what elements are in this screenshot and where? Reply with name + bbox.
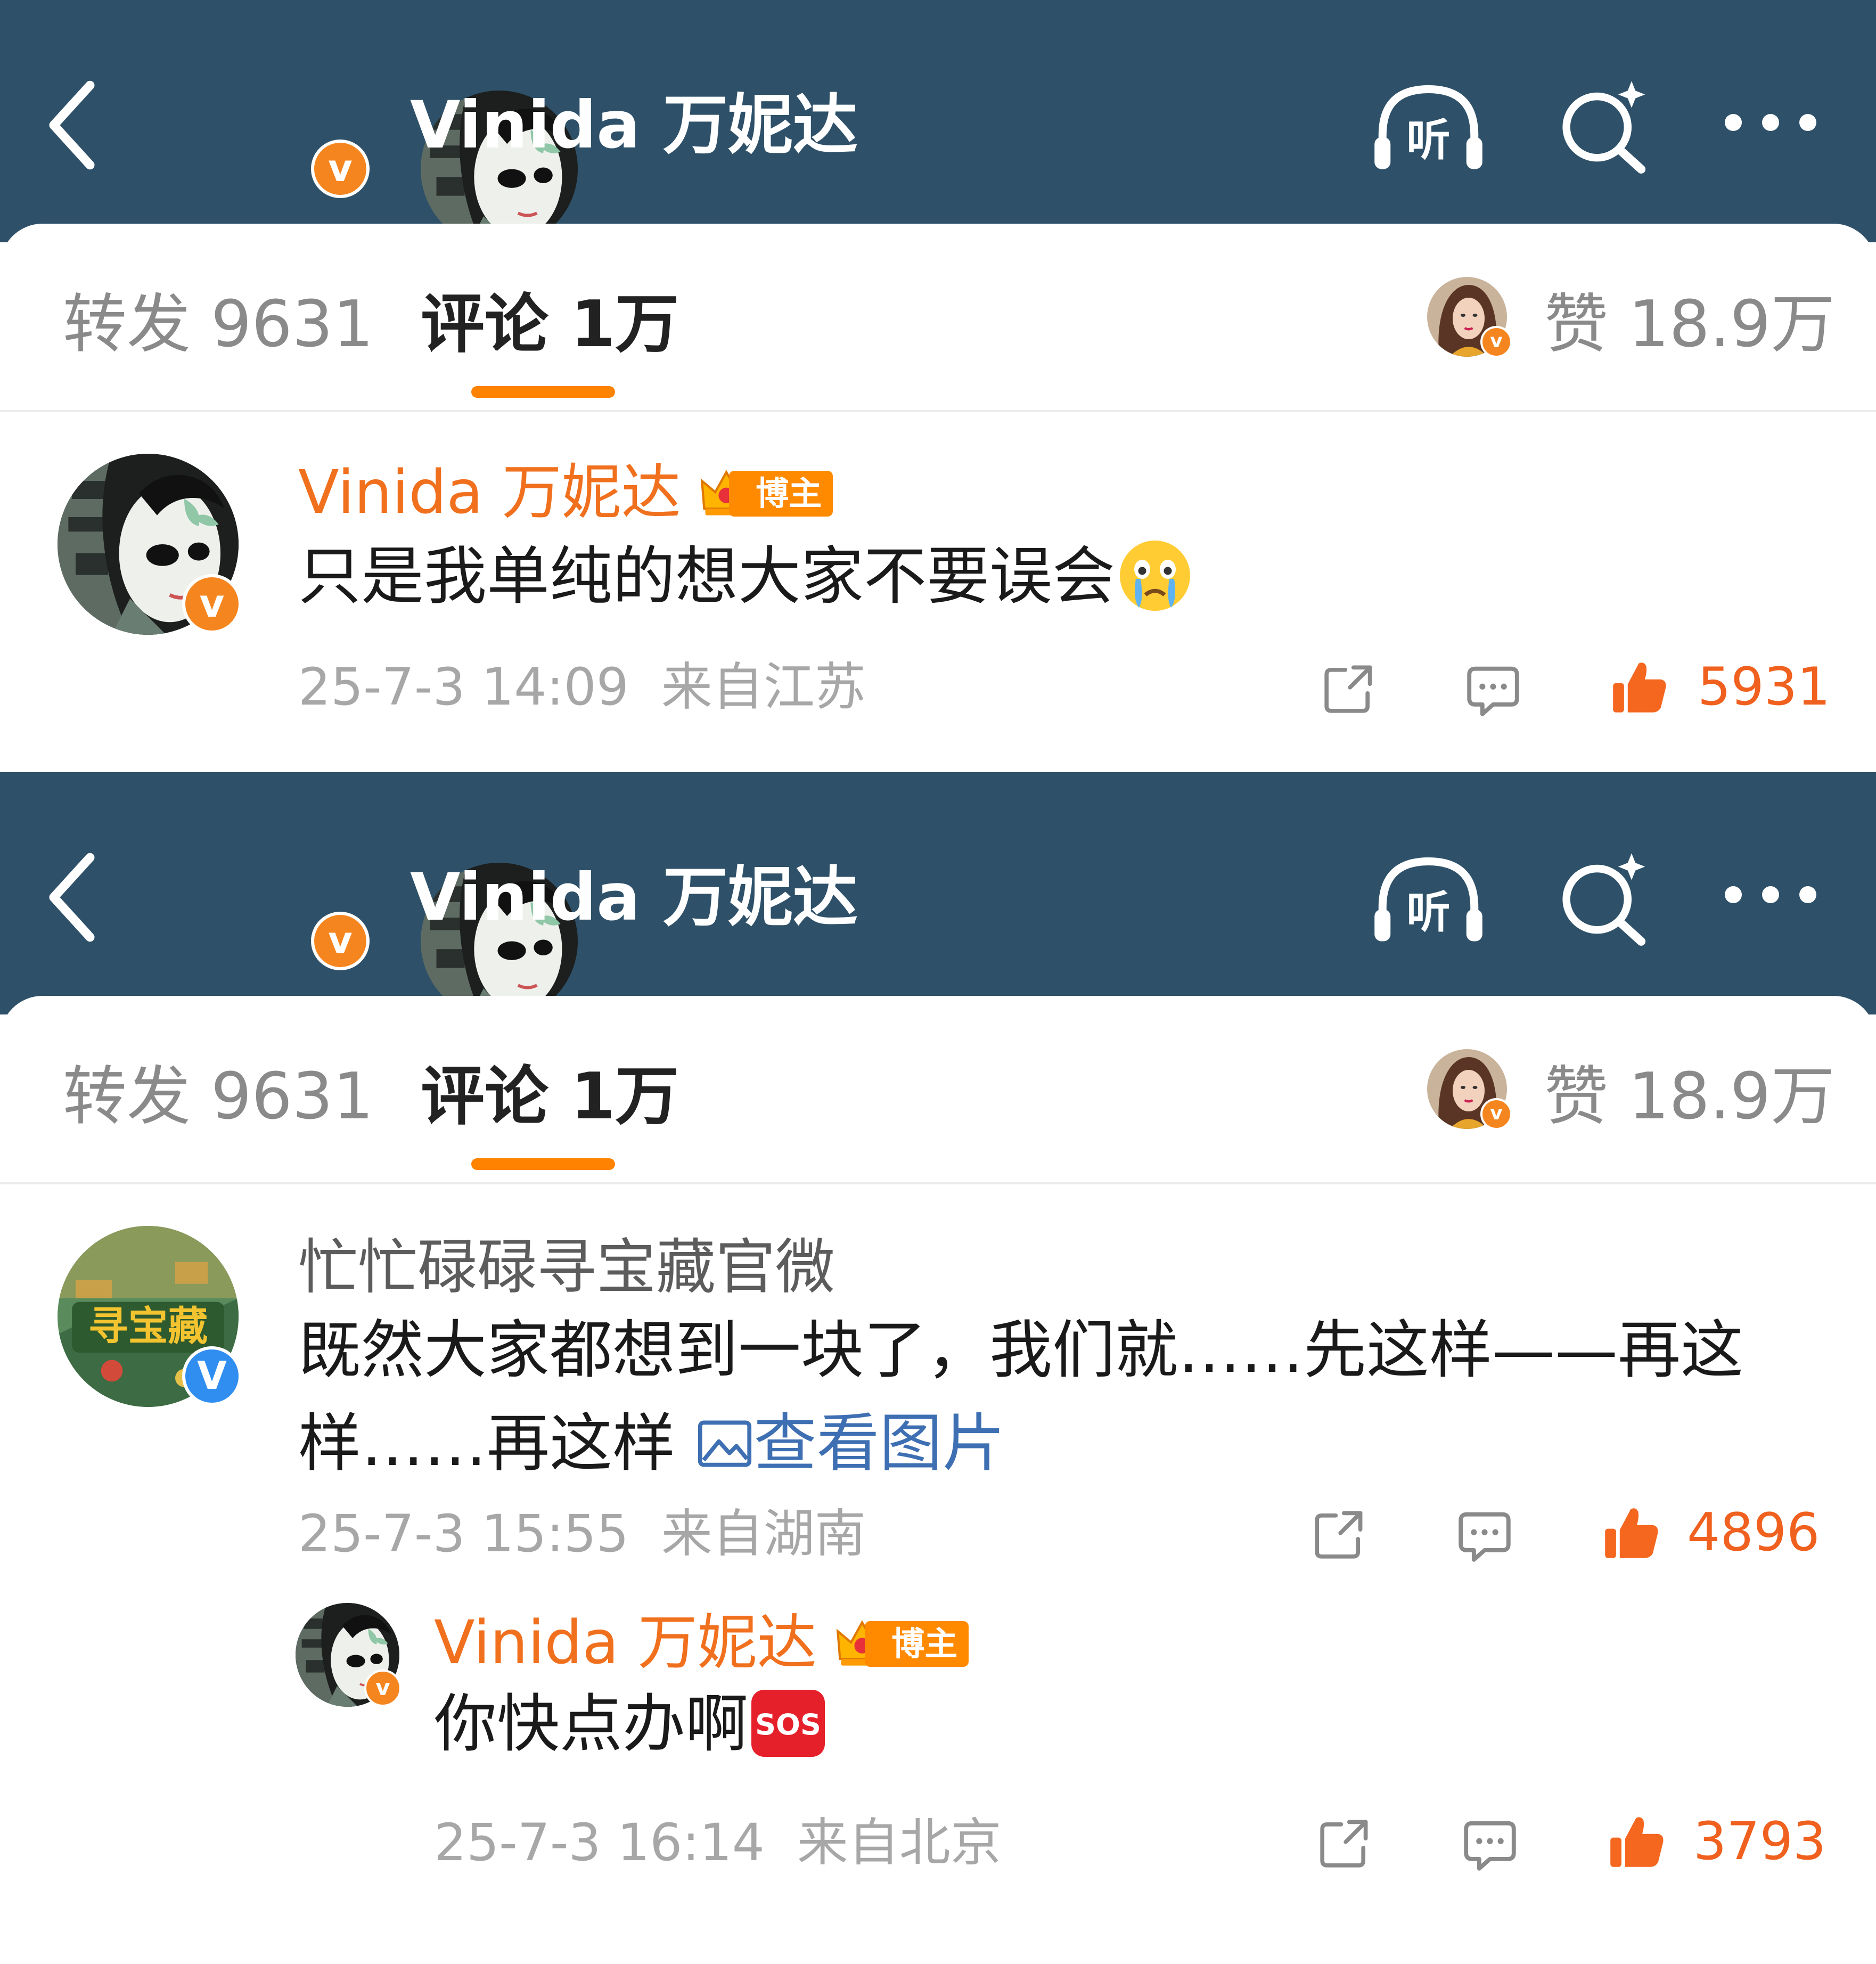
search-icon[interactable] <box>1555 75 1651 176</box>
liker-avatar[interactable]: v <box>1427 277 1512 358</box>
reply-body: 你快点办啊 <box>434 1687 749 1761</box>
more-icon[interactable] <box>1720 109 1821 136</box>
tab-comment[interactable]: 评论 1万 <box>421 1057 679 1137</box>
comment-location: 来自湖南 <box>661 1504 866 1564</box>
liker-avatar[interactable]: v <box>1427 1049 1512 1130</box>
header-avatar[interactable]: v <box>210 817 367 975</box>
comment-time: 25-7-3 15:55 <box>298 1504 629 1564</box>
comments-sheet: 转发 9631 评论 1万 v 赞 18.9万 v Vinida 万妮达 博主 只… <box>0 224 1876 772</box>
header-avatar[interactable]: v <box>210 45 367 202</box>
reply-meta: 25-7-3 16:14 来自北京 <box>434 1811 1002 1875</box>
crying-face-emoji <box>1120 540 1191 611</box>
comment-text: 既然大家都想到一块了，我们就……先这样——再这样……再这样 查看图片 <box>298 1304 1779 1490</box>
comment-location: 来自江苏 <box>661 657 866 717</box>
comments-sheet: 转发 9631 评论 1万 v 赞 18.9万 V 忙忙碌碌寻宝藏官微 既然大家… <box>0 996 1876 1964</box>
verified-badge: v <box>1480 1098 1512 1130</box>
comment-body: 只是我单纯的想大家不要误会 <box>298 539 1116 613</box>
view-image-link[interactable]: 查看图片 <box>695 1406 1005 1480</box>
like-count: 5931 <box>1698 657 1831 717</box>
top-bar: v Vinida 万妮达 听 <box>0 772 1876 1014</box>
comment-meta: 25-7-3 15:55 来自湖南 <box>298 1502 866 1566</box>
page-title: Vinida 万妮达 <box>410 860 858 935</box>
comment-icon[interactable] <box>1463 660 1523 720</box>
tab-bar: 转发 9631 评论 1万 v 赞 18.9万 <box>0 996 1876 1184</box>
host-tag: 博主 <box>697 467 833 518</box>
listen-label: 听 <box>1406 114 1451 166</box>
reply-time: 25-7-3 16:14 <box>434 1813 765 1872</box>
more-icon[interactable] <box>1720 881 1821 908</box>
reply-author[interactable]: Vinida 万妮达 博主 <box>434 1606 969 1680</box>
top-bar: v Vinida 万妮达 听 <box>0 0 1876 242</box>
reply-text: 你快点办啊 SOS <box>434 1677 1765 1771</box>
reply-location: 来自北京 <box>797 1813 1002 1872</box>
host-label: 博主 <box>728 471 833 517</box>
chevron-left-icon[interactable] <box>43 80 101 170</box>
image-icon <box>698 1420 751 1467</box>
like-icon[interactable] <box>1600 1502 1661 1563</box>
page-title: Vinida 万妮达 <box>410 87 858 163</box>
verified-badge: v <box>311 140 370 198</box>
share-icon[interactable] <box>1310 1505 1369 1564</box>
comment-time: 25-7-3 14:09 <box>298 657 629 717</box>
active-tab-indicator <box>471 1158 615 1170</box>
tab-bar: 转发 9631 评论 1万 v 赞 18.9万 <box>0 224 1876 412</box>
avatar[interactable]: v <box>296 1603 402 1707</box>
verified-badge: v <box>311 912 370 970</box>
comment-body: 既然大家都想到一块了，我们就……先这样——再这样……再这样 <box>298 1313 1744 1480</box>
svg-text:SOS: SOS <box>755 1708 821 1741</box>
reply-item: v Vinida 万妮达 博主 你快点办啊 SOS 25-7-3 16:14 来自… <box>0 1598 1876 1964</box>
screen-1: v Vinida 万妮达 听 转发 9631 评论 1万 v 赞 18.9万 v… <box>0 0 1876 772</box>
comment-icon[interactable] <box>1460 1815 1520 1875</box>
tab-like[interactable]: 赞 18.9万 <box>1544 1057 1834 1137</box>
view-image-label: 查看图片 <box>753 1406 1005 1480</box>
host-tag: 博主 <box>833 1617 969 1668</box>
author-name: Vinida 万妮达 <box>298 458 681 527</box>
sos-emoji: SOS <box>751 1689 825 1757</box>
listen-label: 听 <box>1406 887 1451 938</box>
comment-item: V 忙忙碌碌寻宝藏官微 既然大家都想到一块了，我们就……先这样——再这样……再这… <box>0 1182 1876 1598</box>
verified-badge: v <box>182 574 242 634</box>
tab-comment[interactable]: 评论 1万 <box>421 285 679 365</box>
avatar[interactable]: V <box>58 1226 242 1407</box>
comment-meta: 25-7-3 14:09 来自江苏 <box>298 655 866 719</box>
comment-item: v Vinida 万妮达 博主 只是我单纯的想大家不要误会 25-7-3 14:0… <box>0 410 1876 772</box>
headphones-listen-icon[interactable]: 听 <box>1369 75 1488 176</box>
verified-badge: v <box>1480 326 1512 358</box>
headphones-listen-icon[interactable]: 听 <box>1369 847 1488 948</box>
share-icon[interactable] <box>1320 659 1378 718</box>
author-name: Vinida 万妮达 <box>434 1608 817 1677</box>
screen-2: v Vinida 万妮达 听 转发 9631 评论 1万 v 赞 18.9万 V… <box>0 772 1876 1964</box>
avatar[interactable]: v <box>58 454 242 635</box>
chevron-left-icon[interactable] <box>43 852 101 943</box>
like-icon[interactable] <box>1605 1811 1667 1872</box>
comment-author[interactable]: 忙忙碌碌寻宝藏官微 <box>298 1230 835 1305</box>
like-count: 3793 <box>1693 1811 1826 1872</box>
verified-badge: v <box>364 1670 402 1707</box>
comment-text: 只是我单纯的想大家不要误会 <box>298 530 1789 623</box>
host-label: 博主 <box>864 1621 969 1667</box>
tab-repost[interactable]: 转发 9631 <box>63 285 374 365</box>
tab-like[interactable]: 赞 18.9万 <box>1544 285 1834 365</box>
like-count: 4896 <box>1687 1502 1820 1563</box>
search-icon[interactable] <box>1555 847 1651 948</box>
share-icon[interactable] <box>1315 1814 1374 1872</box>
like-icon[interactable] <box>1608 656 1669 717</box>
active-tab-indicator <box>471 386 615 398</box>
verified-badge: V <box>182 1346 242 1406</box>
comment-icon[interactable] <box>1455 1506 1514 1566</box>
comment-author[interactable]: Vinida 万妮达 博主 <box>298 455 833 530</box>
tab-repost[interactable]: 转发 9631 <box>63 1057 374 1137</box>
